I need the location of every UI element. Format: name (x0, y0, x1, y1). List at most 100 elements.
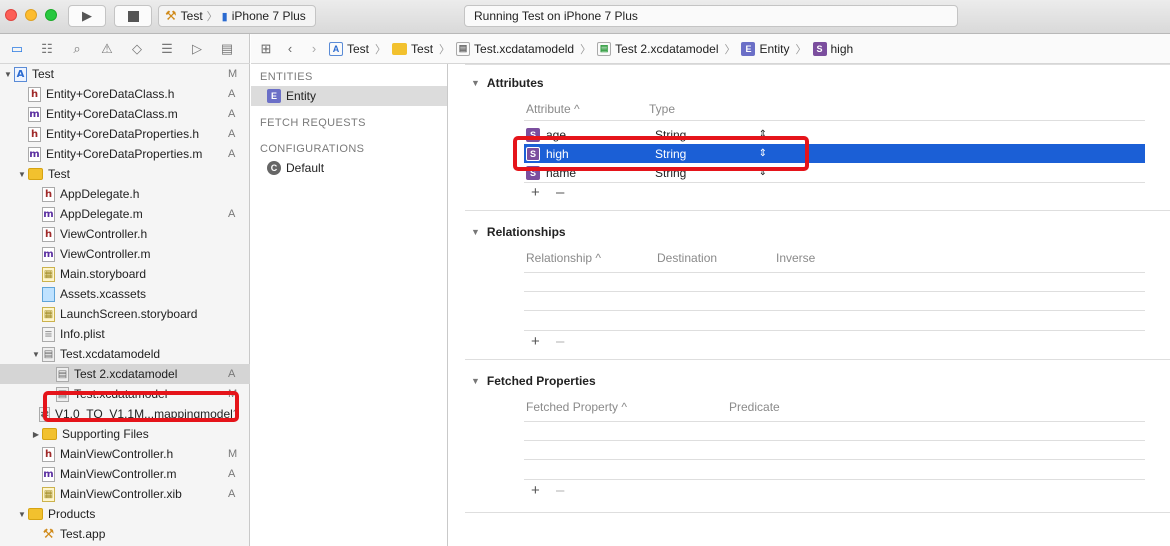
related-items-icon[interactable]: ⊞ (257, 41, 275, 57)
search-icon[interactable]: ⌕ (68, 40, 86, 58)
file-tree-item[interactable]: ▦ LaunchScreen.storyboard (0, 304, 250, 324)
fetched-property-column-header[interactable]: Fetched Property ^ (526, 400, 627, 414)
file-tree-item[interactable]: ▼ ▤ Test.xcdatamodeld (0, 344, 250, 364)
highlight-box (513, 136, 809, 171)
storyboard-icon: ▦ (42, 266, 55, 282)
file-tree-item[interactable]: h AppDelegate.h (0, 184, 250, 204)
folder-icon (392, 42, 408, 55)
crumb-datamodeld[interactable]: ▤ Test.xcdatamodeld (456, 41, 574, 56)
file-tree-item[interactable]: ≡ Info.plist (0, 324, 250, 344)
configuration-icon: C (267, 161, 281, 175)
breakpoint-icon[interactable]: ▷ (188, 40, 206, 58)
storyboard-icon: ▦ (42, 306, 55, 322)
file-tree-item[interactable]: m ViewController.m (0, 244, 250, 264)
crumb-entity[interactable]: E Entity (741, 41, 790, 56)
crumb-project[interactable]: A Test (329, 41, 369, 56)
fetched-properties-section-header[interactable]: ▼ Fetched Properties (471, 374, 596, 388)
disclosure-open-icon[interactable]: ▼ (2, 70, 14, 79)
m-file-icon: m (28, 106, 41, 122)
project-navigator: ▭ ☷ ⌕ ⚠ ◇ ☰ ▷ ▤ ▼ A Test Mh Entity+CoreDataC… (0, 34, 250, 546)
test-icon[interactable]: ◇ (128, 40, 146, 58)
destination-column-header[interactable]: Destination (657, 251, 717, 265)
attribute-column-header[interactable]: Attribute ^ (526, 102, 580, 116)
remove-relationship-button[interactable]: – (556, 333, 564, 350)
add-attribute-button[interactable]: + (531, 184, 540, 201)
file-tree-item-label: Main.storyboard (60, 267, 147, 281)
attributes-section-header[interactable]: ▼ Attributes (471, 76, 544, 90)
configuration-row[interactable]: C Default (251, 158, 447, 178)
folder-icon (28, 508, 43, 520)
source-control-status: A (228, 128, 236, 140)
file-tree-item[interactable]: ▼ A Test M (0, 64, 250, 84)
m-file-icon: m (28, 146, 41, 162)
xib-icon: ▦ (42, 486, 55, 502)
add-fetched-property-button[interactable]: + (531, 482, 540, 499)
predicate-column-header[interactable]: Predicate (729, 400, 780, 414)
zoom-window-button[interactable] (45, 9, 57, 21)
file-tree-item-label: Entity+CoreDataProperties.m (46, 147, 203, 161)
sort-ascending-icon: ^ (595, 251, 602, 265)
project-icon: A (329, 41, 343, 56)
remove-attribute-button[interactable]: – (556, 184, 564, 201)
relationships-section-header[interactable]: ▼ Relationships (471, 225, 566, 239)
debug-icon[interactable]: ☰ (158, 40, 176, 58)
stop-button[interactable] (114, 5, 152, 27)
file-tree-item[interactable]: m Entity+CoreDataClass.m A (0, 104, 250, 124)
run-button[interactable]: ▶ (68, 5, 106, 27)
report-icon[interactable]: ▤ (218, 40, 236, 58)
inverse-column-header[interactable]: Inverse (776, 251, 815, 265)
type-column-header[interactable]: Type (649, 102, 675, 116)
forward-arrow-icon[interactable]: › (305, 41, 323, 56)
app-icon: ⚒ (42, 526, 55, 542)
add-relationship-button[interactable]: + (531, 333, 540, 350)
file-tree-item[interactable]: ▤ Test 2.xcdatamodel A (0, 364, 250, 384)
crumb-attribute[interactable]: S high (812, 41, 853, 56)
file-tree-item-label: AppDelegate.h (60, 187, 140, 201)
file-tree-item-label: Supporting Files (62, 427, 149, 441)
source-control-status: A (228, 488, 236, 500)
file-tree-item[interactable]: m AppDelegate.m A (0, 204, 250, 224)
file-tree-item[interactable]: ▶ Supporting Files (0, 424, 250, 444)
project-icon: A (14, 66, 27, 82)
file-tree-item-label: Test 2.xcdatamodel (74, 367, 178, 381)
disclosure-open-icon[interactable]: ▼ (30, 350, 42, 359)
scheme-selector[interactable]: ⚒ Test 〉 ▮ iPhone 7 Plus (158, 5, 316, 27)
file-tree-item[interactable]: h Entity+CoreDataClass.h A (0, 84, 250, 104)
file-tree-item[interactable]: m MainViewController.m A (0, 464, 250, 484)
crumb-group[interactable]: Test (392, 42, 433, 56)
close-window-button[interactable] (5, 9, 17, 21)
file-tree-item[interactable]: Assets.xcassets (0, 284, 250, 304)
entity-row[interactable]: E Entity (251, 86, 447, 106)
h-file-icon: h (28, 86, 41, 102)
chevron-right-icon: 〉 (375, 43, 387, 56)
file-tree-item[interactable]: ▦ Main.storyboard (0, 264, 250, 284)
device-name: iPhone 7 Plus (231, 9, 306, 23)
relationship-column-header[interactable]: Relationship ^ (526, 251, 601, 265)
scheme-name: Test (180, 9, 203, 23)
file-tree-item-label: MainViewController.m (60, 467, 177, 481)
disclosure-triangle-icon: ▼ (471, 376, 480, 386)
file-tree-item[interactable]: ▼ Test (0, 164, 250, 184)
file-tree-item[interactable]: ▼ Products (0, 504, 250, 524)
back-arrow-icon[interactable]: ‹ (281, 41, 299, 56)
plist-icon: ≡ (42, 326, 55, 342)
file-tree-item[interactable]: ⚒ Test.app (0, 524, 250, 544)
disclosure-closed-icon[interactable]: ▶ (30, 430, 42, 439)
sort-ascending-icon: ^ (621, 400, 628, 414)
hierarchy-icon[interactable]: ☷ (38, 40, 56, 58)
remove-fetched-property-button[interactable]: – (556, 482, 564, 499)
disclosure-open-icon[interactable]: ▼ (16, 170, 28, 179)
folder-icon[interactable]: ▭ (8, 40, 26, 58)
chevron-right-icon: 〉 (724, 43, 736, 56)
warning-icon[interactable]: ⚠ (98, 40, 116, 58)
file-tree-item[interactable]: h ViewController.h (0, 224, 250, 244)
file-tree-item[interactable]: h Entity+CoreDataProperties.h A (0, 124, 250, 144)
file-tree-item[interactable]: ▦ MainViewController.xib A (0, 484, 250, 504)
disclosure-open-icon[interactable]: ▼ (16, 510, 28, 519)
crumb-datamodel[interactable]: ▤ Test 2.xcdatamodel (597, 41, 718, 56)
file-tree-item[interactable]: m Entity+CoreDataProperties.m A (0, 144, 250, 164)
device-icon: ▮ (221, 10, 228, 23)
entities-heading: ENTITIES (260, 71, 313, 83)
file-tree-item[interactable]: h MainViewController.h M (0, 444, 250, 464)
minimize-window-button[interactable] (25, 9, 37, 21)
